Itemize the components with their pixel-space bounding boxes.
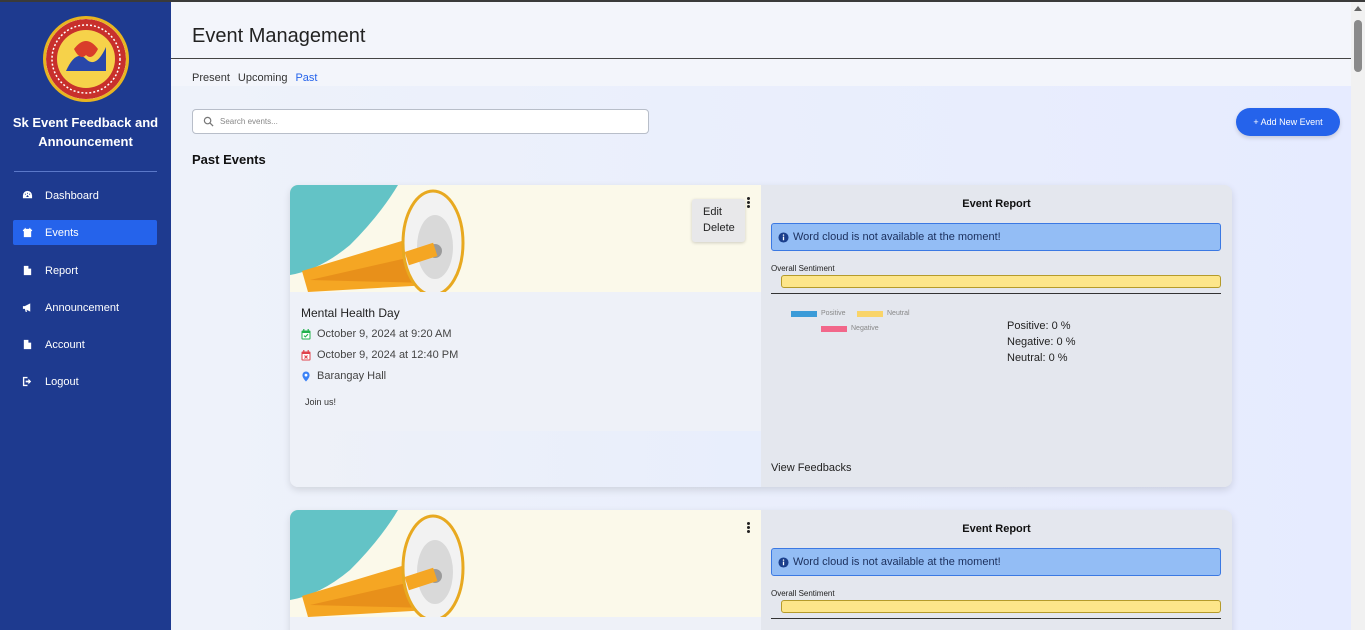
event-details-pane: Edit Delete Mental Health Day October 9,… bbox=[290, 185, 761, 487]
legend-positive-label: Positive bbox=[821, 310, 846, 317]
info-icon bbox=[778, 556, 789, 568]
event-card: Event Report Word cloud is not available… bbox=[290, 510, 1232, 630]
info-icon bbox=[778, 231, 789, 243]
event-location: Barangay Hall bbox=[301, 370, 386, 382]
event-card-footer-area bbox=[290, 431, 761, 487]
info-text: Word cloud is not available at the momen… bbox=[793, 556, 1001, 568]
event-report-title: Event Report bbox=[962, 523, 1031, 535]
sidebar-item-dashboard[interactable]: Dashboard bbox=[13, 183, 157, 208]
scrollbar-thumb[interactable] bbox=[1354, 20, 1362, 72]
section-title: Past Events bbox=[192, 152, 266, 167]
sidebar-item-events[interactable]: Events bbox=[13, 220, 157, 245]
organization-logo bbox=[43, 16, 129, 102]
legend-neutral-label: Neutral bbox=[887, 310, 910, 317]
report-divider bbox=[771, 618, 1221, 619]
legend-negative-label: Negative bbox=[851, 325, 879, 332]
event-options-menu: Edit Delete bbox=[692, 199, 745, 242]
event-report-pane: Event Report Word cloud is not available… bbox=[761, 185, 1232, 487]
sidebar-item-label: Announcement bbox=[45, 301, 119, 314]
event-tabs: Present Upcoming Past bbox=[192, 72, 317, 84]
sidebar-divider bbox=[14, 171, 157, 172]
calendar-x-icon bbox=[301, 349, 311, 360]
event-name: Mental Health Day bbox=[301, 306, 400, 320]
edit-menu-item[interactable]: Edit bbox=[692, 205, 745, 221]
sidebar-item-announcement[interactable]: Announcement bbox=[13, 295, 157, 320]
negative-stat: Negative: 0 % bbox=[1007, 336, 1076, 348]
file-icon bbox=[23, 339, 32, 350]
info-text: Word cloud is not available at the momen… bbox=[793, 231, 1001, 243]
event-report-pane: Event Report Word cloud is not available… bbox=[761, 510, 1232, 630]
app-title: Sk Event Feedback and Announcement bbox=[12, 115, 159, 149]
sidebar-item-logout[interactable]: Logout bbox=[13, 369, 157, 394]
sidebar-item-label: Report bbox=[45, 264, 79, 277]
overall-sentiment-bar bbox=[781, 600, 1221, 613]
event-start: October 9, 2024 at 9:20 AM bbox=[301, 328, 452, 340]
sidebar-item-label: Dashboard bbox=[45, 189, 99, 202]
search-box bbox=[192, 109, 649, 134]
legend-positive: Positive bbox=[791, 310, 846, 317]
view-feedbacks-link[interactable]: View Feedbacks bbox=[771, 462, 852, 474]
sidebar: Sk Event Feedback and Announcement Dashb… bbox=[0, 2, 171, 630]
more-options-icon[interactable] bbox=[747, 522, 751, 534]
overall-sentiment-label: Overall Sentiment bbox=[771, 264, 835, 273]
vertical-scrollbar[interactable] bbox=[1351, 2, 1365, 630]
report-divider bbox=[771, 293, 1221, 294]
page-title: Event Management bbox=[192, 25, 366, 47]
add-new-event-button[interactable]: + Add New Event bbox=[1236, 108, 1340, 136]
neutral-stat: Neutral: 0 % bbox=[1007, 352, 1068, 364]
logout-icon bbox=[22, 376, 32, 387]
event-banner-image bbox=[290, 185, 761, 292]
dashboard-icon bbox=[22, 190, 33, 199]
sidebar-item-label: Logout bbox=[45, 375, 79, 388]
calendar-check-icon bbox=[301, 328, 311, 339]
map-pin-icon bbox=[302, 371, 310, 381]
sidebar-item-label: Account bbox=[45, 338, 85, 351]
sidebar-item-report[interactable]: Report bbox=[13, 258, 157, 283]
delete-menu-item[interactable]: Delete bbox=[692, 221, 745, 237]
tab-upcoming[interactable]: Upcoming bbox=[238, 72, 288, 84]
sidebar-item-account[interactable]: Account bbox=[13, 332, 157, 357]
event-report-title: Event Report bbox=[962, 198, 1031, 210]
positive-stat: Positive: 0 % bbox=[1007, 320, 1071, 332]
search-input[interactable] bbox=[220, 117, 620, 126]
sidebar-item-label: Events bbox=[45, 226, 79, 239]
legend-negative: Negative bbox=[821, 325, 879, 332]
legend-neutral: Neutral bbox=[857, 310, 910, 317]
header-divider bbox=[171, 58, 1351, 59]
file-icon bbox=[23, 265, 32, 276]
event-banner-image bbox=[290, 510, 761, 617]
event-card: Edit Delete Mental Health Day October 9,… bbox=[290, 185, 1232, 487]
event-start-text: October 9, 2024 at 9:20 AM bbox=[317, 328, 452, 340]
overall-sentiment-bar bbox=[781, 275, 1221, 288]
overall-sentiment-label: Overall Sentiment bbox=[771, 589, 835, 598]
scroll-up-arrow-icon[interactable] bbox=[1354, 6, 1362, 11]
event-end: October 9, 2024 at 12:40 PM bbox=[301, 349, 458, 361]
event-location-text: Barangay Hall bbox=[317, 370, 387, 382]
word-cloud-info-alert: Word cloud is not available at the momen… bbox=[771, 223, 1221, 251]
tab-present[interactable]: Present bbox=[192, 72, 230, 84]
sentiment-stats: Positive: 0 % Negative: 0 % Neutral: 0 % bbox=[1007, 318, 1075, 366]
search-icon bbox=[203, 116, 214, 127]
event-description: Join us! bbox=[305, 397, 337, 407]
megaphone-icon bbox=[22, 303, 31, 312]
more-options-icon[interactable] bbox=[747, 197, 751, 209]
word-cloud-info-alert: Word cloud is not available at the momen… bbox=[771, 548, 1221, 576]
event-details-pane bbox=[290, 510, 761, 630]
tab-past[interactable]: Past bbox=[295, 72, 317, 84]
calendar-icon bbox=[22, 227, 33, 238]
event-end-text: October 9, 2024 at 12:40 PM bbox=[317, 349, 459, 361]
